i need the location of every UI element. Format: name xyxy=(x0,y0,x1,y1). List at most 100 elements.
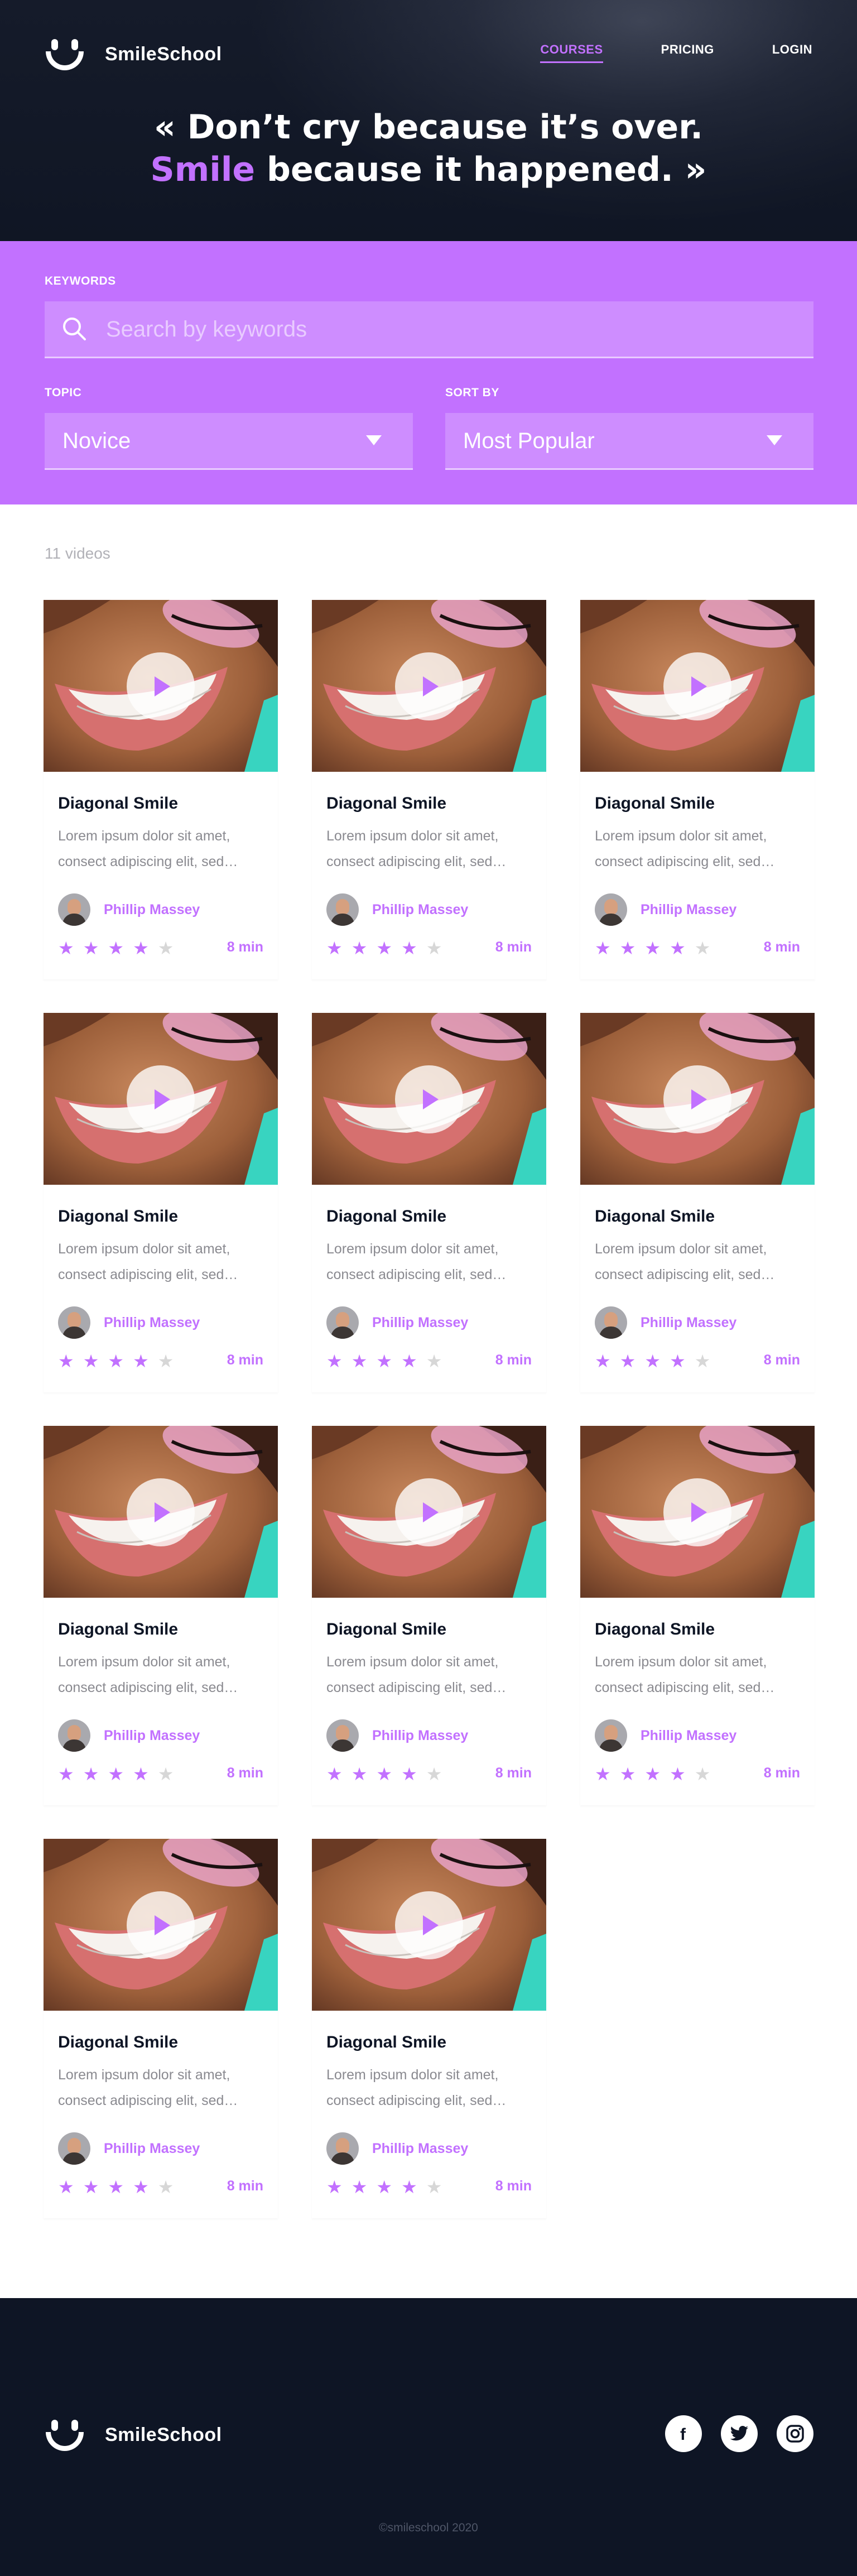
footer: SmileSchool f ©smileschool 2020 xyxy=(0,2298,857,2576)
video-duration: 8 min xyxy=(495,1765,532,1781)
star-icon: ★ xyxy=(694,1763,711,1785)
video-thumbnail[interactable] xyxy=(312,600,546,772)
video-meta: ★ ★ ★ ★ ★ 8 min xyxy=(326,1764,532,1784)
star-icon: ★ xyxy=(619,1763,636,1785)
video-card[interactable]: Diagonal Smile Lorem ipsum dolor sit ame… xyxy=(44,1426,278,1805)
video-card[interactable]: Diagonal Smile Lorem ipsum dolor sit ame… xyxy=(580,1426,815,1805)
video-meta: ★ ★ ★ ★ ★ 8 min xyxy=(326,2177,532,2197)
video-description: Lorem ipsum dolor sit amet, consect adip… xyxy=(326,1241,507,1282)
play-icon[interactable] xyxy=(663,1065,731,1133)
play-icon[interactable] xyxy=(127,1478,195,1546)
video-author[interactable]: Phillip Massey xyxy=(595,1719,736,1752)
video-thumbnail[interactable] xyxy=(44,1013,278,1185)
video-card[interactable]: Diagonal Smile Lorem ipsum dolor sit ame… xyxy=(312,600,546,979)
video-meta: ★ ★ ★ ★ ★ 8 min xyxy=(58,2177,263,2197)
play-icon[interactable] xyxy=(127,1891,195,1959)
avatar xyxy=(326,1719,359,1752)
star-icon: ★ xyxy=(351,1351,368,1372)
video-thumbnail[interactable] xyxy=(580,600,815,772)
video-title: Diagonal Smile xyxy=(595,1620,715,1638)
video-author[interactable]: Phillip Massey xyxy=(326,1306,468,1339)
topic-label: TOPIC xyxy=(45,386,82,399)
sort-select[interactable]: Most Popular xyxy=(445,413,813,470)
nav-courses[interactable]: COURSES xyxy=(540,42,603,63)
video-thumbnail[interactable] xyxy=(44,600,278,772)
avatar xyxy=(326,1306,359,1339)
play-icon[interactable] xyxy=(395,1065,463,1133)
video-duration: 8 min xyxy=(227,2178,263,2194)
footer-brand-name: SmileSchool xyxy=(105,2424,222,2445)
video-author[interactable]: Phillip Massey xyxy=(595,893,736,926)
nav-login[interactable]: LOGIN xyxy=(772,42,812,63)
play-icon[interactable] xyxy=(395,1891,463,1959)
play-icon[interactable] xyxy=(395,1478,463,1546)
avatar xyxy=(326,2132,359,2165)
video-description: Lorem ipsum dolor sit amet, consect adip… xyxy=(58,2067,238,2108)
video-thumbnail[interactable] xyxy=(580,1013,815,1185)
video-description: Lorem ipsum dolor sit amet, consect adip… xyxy=(595,1241,775,1282)
star-icon: ★ xyxy=(670,1351,686,1372)
video-author[interactable]: Phillip Massey xyxy=(326,1719,468,1752)
video-duration: 8 min xyxy=(495,1352,532,1368)
star-icon: ★ xyxy=(619,1351,636,1372)
star-icon: ★ xyxy=(644,1351,661,1372)
video-description: Lorem ipsum dolor sit amet, consect adip… xyxy=(326,828,507,869)
star-icon: ★ xyxy=(644,1763,661,1785)
video-author[interactable]: Phillip Massey xyxy=(58,893,200,926)
video-thumbnail[interactable] xyxy=(580,1426,815,1598)
video-thumbnail[interactable] xyxy=(44,1839,278,2011)
star-icon: ★ xyxy=(694,1351,711,1372)
video-card[interactable]: Diagonal Smile Lorem ipsum dolor sit ame… xyxy=(312,1013,546,1392)
smile-logo-icon xyxy=(45,2418,85,2452)
star-icon: ★ xyxy=(83,1351,99,1372)
play-icon[interactable] xyxy=(663,1478,731,1546)
avatar xyxy=(58,893,90,926)
video-duration: 8 min xyxy=(227,1352,263,1368)
play-icon[interactable] xyxy=(395,652,463,720)
search-box[interactable] xyxy=(45,301,813,358)
play-icon[interactable] xyxy=(127,1065,195,1133)
author-name: Phillip Massey xyxy=(104,1314,200,1330)
video-author[interactable]: Phillip Massey xyxy=(58,1719,200,1752)
video-title: Diagonal Smile xyxy=(58,2033,179,2051)
video-thumbnail[interactable] xyxy=(312,1426,546,1598)
nav-pricing[interactable]: PRICING xyxy=(661,42,714,63)
play-icon[interactable] xyxy=(127,652,195,720)
video-card[interactable]: Diagonal Smile Lorem ipsum dolor sit ame… xyxy=(44,1013,278,1392)
header-logo[interactable]: SmileSchool xyxy=(45,37,222,71)
star-icon: ★ xyxy=(157,938,174,959)
star-icon: ★ xyxy=(83,1763,99,1785)
filter-bar: KEYWORDS TOPIC Novice SORT BY Most Popul… xyxy=(0,241,857,504)
video-thumbnail[interactable] xyxy=(312,1013,546,1185)
star-icon: ★ xyxy=(595,1351,611,1372)
star-icon: ★ xyxy=(426,2176,442,2198)
video-meta: ★ ★ ★ ★ ★ 8 min xyxy=(58,938,263,958)
facebook-icon[interactable]: f xyxy=(665,2415,702,2452)
video-card[interactable]: Diagonal Smile Lorem ipsum dolor sit ame… xyxy=(580,600,815,979)
video-card[interactable]: Diagonal Smile Lorem ipsum dolor sit ame… xyxy=(580,1013,815,1392)
video-card[interactable]: Diagonal Smile Lorem ipsum dolor sit ame… xyxy=(312,1426,546,1805)
search-input[interactable] xyxy=(106,301,798,357)
topic-select[interactable]: Novice xyxy=(45,413,413,470)
video-author[interactable]: Phillip Massey xyxy=(58,1306,200,1339)
star-icon: ★ xyxy=(401,1351,417,1372)
video-title: Diagonal Smile xyxy=(326,1620,447,1638)
video-card[interactable]: Diagonal Smile Lorem ipsum dolor sit ame… xyxy=(312,1839,546,2218)
avatar xyxy=(595,1719,627,1752)
footer-logo[interactable]: SmileSchool xyxy=(45,2418,222,2452)
play-icon[interactable] xyxy=(663,652,731,720)
video-author[interactable]: Phillip Massey xyxy=(595,1306,736,1339)
video-author[interactable]: Phillip Massey xyxy=(326,893,468,926)
star-icon: ★ xyxy=(83,2176,99,2198)
video-author[interactable]: Phillip Massey xyxy=(58,2132,200,2165)
video-thumbnail[interactable] xyxy=(312,1839,546,2011)
instagram-icon[interactable] xyxy=(777,2415,813,2452)
author-name: Phillip Massey xyxy=(641,901,737,917)
video-author[interactable]: Phillip Massey xyxy=(326,2132,468,2165)
keywords-label: KEYWORDS xyxy=(45,275,116,287)
twitter-icon[interactable] xyxy=(721,2415,758,2452)
video-card[interactable]: Diagonal Smile Lorem ipsum dolor sit ame… xyxy=(44,600,278,979)
video-thumbnail[interactable] xyxy=(44,1426,278,1598)
quote-line-1: « Don’t cry because it’s over. xyxy=(153,108,704,147)
video-card[interactable]: Diagonal Smile Lorem ipsum dolor sit ame… xyxy=(44,1839,278,2218)
